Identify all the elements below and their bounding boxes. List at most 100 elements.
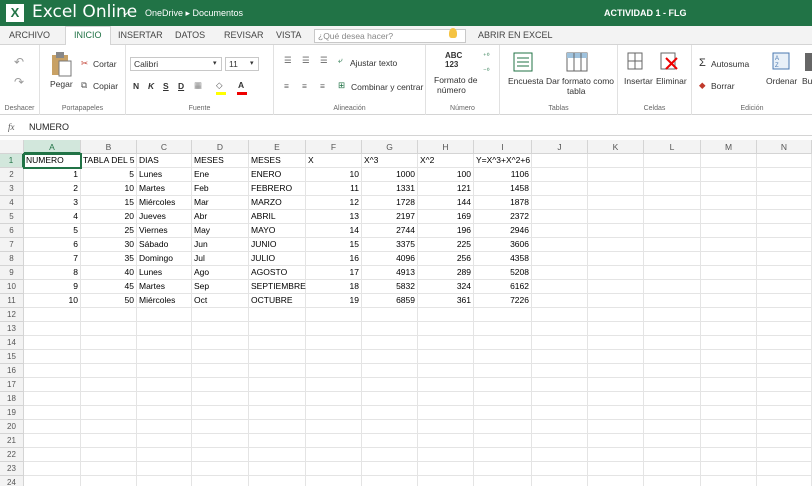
find-icon[interactable] xyxy=(805,53,812,71)
grid-cell[interactable] xyxy=(306,350,362,364)
row-header[interactable]: 4 xyxy=(0,196,24,210)
grid-cell[interactable]: Oct xyxy=(192,294,249,308)
column-header-c[interactable]: C xyxy=(137,140,192,154)
grid-cell[interactable] xyxy=(24,364,81,378)
underline-button[interactable]: S xyxy=(163,81,169,91)
grid-cell[interactable] xyxy=(137,420,192,434)
grid-cell[interactable] xyxy=(757,322,812,336)
grid-cell[interactable] xyxy=(24,462,81,476)
grid-cell[interactable]: Martes xyxy=(137,182,192,196)
grid-cell[interactable]: 3375 xyxy=(362,238,418,252)
grid-cell[interactable] xyxy=(588,210,644,224)
grid-cell[interactable] xyxy=(644,476,701,486)
grid-cell[interactable] xyxy=(418,322,474,336)
column-header-g[interactable]: G xyxy=(362,140,418,154)
grid-cell[interactable]: 169 xyxy=(418,210,474,224)
grid-cell[interactable] xyxy=(24,476,81,486)
grid-cell[interactable] xyxy=(24,336,81,350)
grid-cell[interactable] xyxy=(362,308,418,322)
grid-cell[interactable] xyxy=(306,378,362,392)
grid-cell[interactable] xyxy=(588,224,644,238)
grid-cell[interactable] xyxy=(532,266,588,280)
grid-cell[interactable] xyxy=(757,406,812,420)
grid-cell[interactable] xyxy=(249,364,306,378)
grid-cell[interactable]: 1458 xyxy=(474,182,532,196)
grid-cell[interactable]: JUNIO xyxy=(249,238,306,252)
column-header-i[interactable]: I xyxy=(474,140,532,154)
row-header[interactable]: 6 xyxy=(0,224,24,238)
format-as-table-icon[interactable] xyxy=(566,52,588,72)
grid-cell[interactable] xyxy=(757,210,812,224)
grid-cell[interactable]: 15 xyxy=(306,238,362,252)
grid-cell[interactable] xyxy=(701,448,757,462)
grid-cell[interactable] xyxy=(757,252,812,266)
grid-cell[interactable]: 17 xyxy=(306,266,362,280)
align-middle-icon[interactable]: ☰ xyxy=(302,55,310,66)
grid-cell[interactable] xyxy=(24,378,81,392)
grid-cell[interactable] xyxy=(249,322,306,336)
grid-cell[interactable]: 10 xyxy=(24,294,81,308)
grid-cell[interactable]: 11 xyxy=(306,182,362,196)
grid-cell[interactable] xyxy=(306,336,362,350)
tell-me-input[interactable]: ¿Qué desea hacer? xyxy=(314,29,466,43)
grid-cell[interactable] xyxy=(249,308,306,322)
grid-cell[interactable] xyxy=(588,168,644,182)
active-cell[interactable]: NUMERO xyxy=(23,153,82,169)
grid-cell[interactable] xyxy=(306,420,362,434)
row-header[interactable]: 18 xyxy=(0,392,24,406)
grid-cell[interactable]: 2372 xyxy=(474,210,532,224)
grid-cell[interactable] xyxy=(192,336,249,350)
grid-cell[interactable] xyxy=(137,434,192,448)
grid-cell[interactable] xyxy=(474,420,532,434)
row-header[interactable]: 10 xyxy=(0,280,24,294)
font-name-select[interactable]: Calibri xyxy=(130,57,222,71)
grid-cell[interactable] xyxy=(418,476,474,486)
clear-icon[interactable]: ◆ xyxy=(699,80,706,91)
grid-cell[interactable] xyxy=(757,182,812,196)
grid-cell[interactable] xyxy=(418,420,474,434)
grid-cell[interactable]: 15 xyxy=(81,196,137,210)
grid-cell[interactable] xyxy=(192,434,249,448)
grid-cell[interactable] xyxy=(24,392,81,406)
grid-cell[interactable] xyxy=(644,308,701,322)
grid-cell[interactable] xyxy=(644,462,701,476)
excel-logo-icon[interactable]: X xyxy=(6,4,24,22)
grid-cell[interactable] xyxy=(192,462,249,476)
grid-cell[interactable]: 10 xyxy=(306,168,362,182)
grid-cell[interactable] xyxy=(757,238,812,252)
cut-button[interactable]: Cortar xyxy=(93,59,117,69)
font-name-chevron-icon[interactable]: ▾ xyxy=(213,59,217,67)
grid-cell[interactable]: TABLA DEL 5 xyxy=(81,154,137,168)
grid-cell[interactable] xyxy=(644,336,701,350)
redo-icon[interactable]: ↷ xyxy=(14,75,24,89)
grid-cell[interactable]: 5208 xyxy=(474,266,532,280)
grid-cell[interactable] xyxy=(306,308,362,322)
grid-cell[interactable] xyxy=(757,364,812,378)
grid-cell[interactable] xyxy=(418,308,474,322)
grid-cell[interactable] xyxy=(757,266,812,280)
insert-cells-icon[interactable] xyxy=(627,52,643,70)
autosum-button[interactable]: Autosuma xyxy=(711,59,749,69)
grid-cell[interactable]: 7 xyxy=(24,252,81,266)
grid-cell[interactable] xyxy=(644,266,701,280)
grid-cell[interactable] xyxy=(192,350,249,364)
grid-cell[interactable] xyxy=(532,476,588,486)
borders-icon[interactable]: ▦ xyxy=(194,80,202,91)
grid-cell[interactable] xyxy=(588,280,644,294)
grid-cell[interactable]: 2946 xyxy=(474,224,532,238)
grid-cell[interactable] xyxy=(137,476,192,486)
grid-cell[interactable] xyxy=(588,392,644,406)
grid-cell[interactable]: 2744 xyxy=(362,224,418,238)
grid-cell[interactable] xyxy=(532,224,588,238)
grid-cell[interactable]: X^2 xyxy=(418,154,474,168)
grid-cell[interactable] xyxy=(306,434,362,448)
row-header[interactable]: 16 xyxy=(0,364,24,378)
grid-cell[interactable] xyxy=(249,434,306,448)
grid-cell[interactable] xyxy=(24,420,81,434)
grid-cell[interactable] xyxy=(701,182,757,196)
grid-cell[interactable] xyxy=(588,266,644,280)
grid-cell[interactable]: AGOSTO xyxy=(249,266,306,280)
grid-cell[interactable]: Lunes xyxy=(137,168,192,182)
grid-cell[interactable]: 121 xyxy=(418,182,474,196)
grid-cell[interactable] xyxy=(588,476,644,486)
